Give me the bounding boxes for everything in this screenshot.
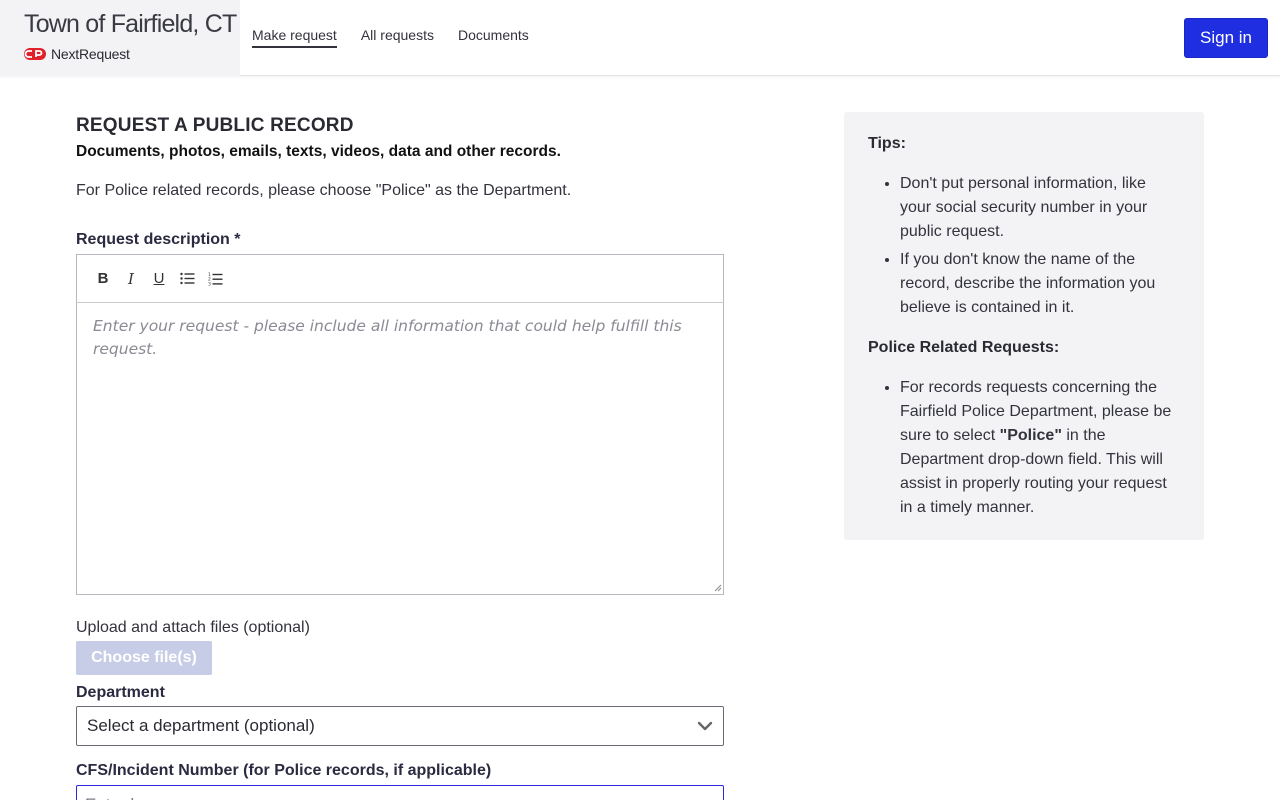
nav-make-request[interactable]: Make request — [252, 0, 337, 76]
police-tip-item: For records requests concerning the Fair… — [900, 376, 1180, 520]
nav-documents[interactable]: Documents — [458, 0, 529, 76]
tips-panel: Tips: Don't put personal information, li… — [844, 112, 1204, 540]
editor-toolbar: B I U 1 2 3 — [77, 255, 723, 303]
tip-item: Don't put personal information, like you… — [900, 172, 1180, 244]
department-select[interactable]: Select a department (optional) — [76, 706, 724, 746]
cfs-incident-input[interactable] — [76, 785, 724, 800]
svg-text:3: 3 — [208, 281, 211, 286]
tips-heading: Tips: — [868, 135, 906, 152]
bold-button[interactable]: B — [89, 267, 117, 291]
request-description-label: Request description * — [76, 231, 241, 248]
rich-text-editor: B I U 1 2 3 — [76, 254, 724, 595]
intro-text: For Police related records, please choos… — [76, 182, 572, 199]
request-description-input[interactable] — [77, 303, 723, 589]
bullet-list-icon — [179, 272, 194, 285]
department-selected-value: Select a department (optional) — [87, 716, 315, 735]
nextrequest-logo-icon — [24, 48, 46, 60]
italic-button[interactable]: I — [117, 267, 145, 291]
chevron-down-icon — [697, 721, 713, 731]
tip-item: If you don't know the name of the record… — [900, 248, 1180, 320]
cfs-incident-label: CFS/Incident Number (for Police records,… — [76, 762, 492, 779]
logo-text: NextRequest — [51, 46, 130, 62]
editor-body — [77, 303, 723, 594]
numbered-list-button[interactable]: 1 2 3 — [201, 267, 229, 291]
page-title: REQUEST A PUBLIC RECORD — [76, 115, 354, 136]
request-form: REQUEST A PUBLIC RECORD Documents, photo… — [76, 112, 724, 800]
nextrequest-logo: NextRequest — [24, 44, 130, 64]
police-tips-heading: Police Related Requests: — [868, 339, 1060, 356]
resize-handle-icon[interactable] — [714, 584, 722, 592]
department-label: Department — [76, 684, 165, 701]
town-title[interactable]: Town of Fairfield, CT — [24, 10, 237, 39]
nav-make-request-label: Make request — [252, 25, 337, 48]
choose-files-button[interactable]: Choose file(s) — [76, 641, 212, 675]
nav-all-requests[interactable]: All requests — [361, 0, 434, 76]
upload-label: Upload and attach files (optional) — [76, 619, 310, 636]
police-tips-list: For records requests concerning the Fair… — [868, 376, 1180, 520]
site-header: Town of Fairfield, CT NextRequest Make r… — [0, 0, 1280, 76]
main-nav: Make request All requests Documents — [252, 0, 553, 76]
underline-button[interactable]: U — [145, 267, 173, 291]
sign-in-button[interactable]: Sign in — [1184, 18, 1268, 58]
tips-list: Don't put personal information, like you… — [868, 172, 1180, 320]
bullet-list-button[interactable] — [173, 267, 201, 291]
page-subtitle: Documents, photos, emails, texts, videos… — [76, 143, 561, 160]
numbered-list-icon: 1 2 3 — [208, 272, 222, 286]
brand-block[interactable]: Town of Fairfield, CT NextRequest — [0, 0, 240, 76]
police-tip-emphasis: "Police" — [999, 427, 1062, 444]
